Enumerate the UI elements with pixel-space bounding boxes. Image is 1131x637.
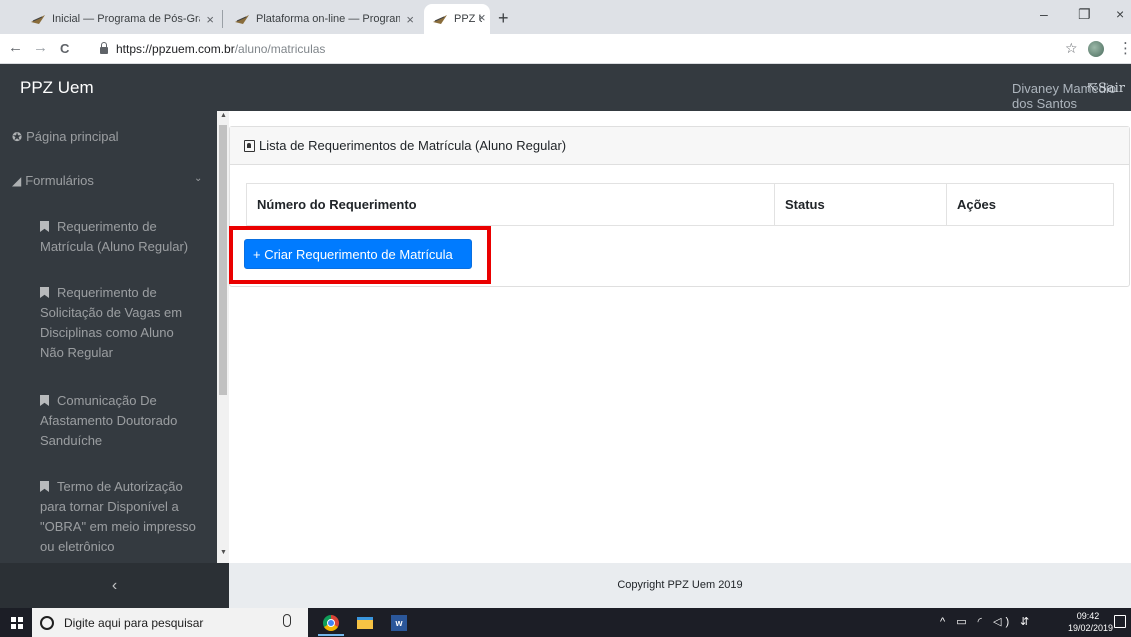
sidebar-subitem-matricula[interactable]: Requerimento de Matrícula (Aluno Regular… xyxy=(40,217,200,257)
url-field[interactable]: https://ppzuem.com.br/aluno/matriculas xyxy=(100,39,325,59)
bookmark-icon xyxy=(40,221,49,232)
bookmark-icon xyxy=(40,395,49,406)
tab-separator xyxy=(222,10,223,28)
maximize-icon[interactable]: ❐ xyxy=(1078,6,1091,23)
tab-close-icon[interactable]: × xyxy=(406,12,414,27)
clock-date: 19/02/2019 xyxy=(1068,623,1114,633)
requirements-table: Número do Requerimento Status Ações xyxy=(246,183,1114,226)
sidebar-item-label: Comunicação De Afastamento Doutorado San… xyxy=(40,393,178,448)
bookmark-icon xyxy=(40,287,49,298)
footer-copyright: Copyright PPZ Uem 2019 xyxy=(229,563,1131,608)
window-close-icon[interactable]: × xyxy=(1116,6,1124,22)
reload-icon[interactable]: C xyxy=(60,41,69,56)
taskbar-search-placeholder: Digite aqui para pesquisar xyxy=(64,615,204,630)
table-header-row: Número do Requerimento Status Ações xyxy=(246,183,1114,226)
tab-close-icon[interactable]: × xyxy=(206,12,214,27)
word-app-icon[interactable]: w xyxy=(391,615,407,631)
site-favicon-icon xyxy=(31,15,45,24)
taskbar-clock[interactable]: 09:42 19/02/2019 xyxy=(1068,610,1114,634)
address-bar: ← → C https://ppzuem.com.br/aluno/matric… xyxy=(0,34,1131,64)
chrome-app-icon[interactable] xyxy=(323,615,339,631)
sidebar-subitem-afastamento[interactable]: Comunicação De Afastamento Doutorado San… xyxy=(40,391,200,451)
tab-close-icon[interactable]: × xyxy=(478,10,486,25)
tab-title: Inicial — Programa de Pós-Gradu xyxy=(52,13,200,25)
sidebar-item-label: Termo de Autorização para tornar Disponí… xyxy=(40,479,196,554)
scroll-up-icon[interactable]: ▲ xyxy=(220,112,227,119)
new-tab-icon[interactable]: + xyxy=(498,8,509,29)
scroll-down-icon[interactable]: ▼ xyxy=(220,549,227,556)
sidebar-subitem-vagas[interactable]: Requerimento de Solicitação de Vagas em … xyxy=(40,283,200,363)
browser-tab-bar: Inicial — Programa de Pós-Gradu × Plataf… xyxy=(0,0,1131,34)
sidebar-item-forms[interactable]: ◢ Formulários xyxy=(0,171,217,191)
active-app-indicator xyxy=(318,634,344,636)
sidebar-scrollbar[interactable]: ▲ ▼ xyxy=(217,111,229,563)
back-icon[interactable]: ← xyxy=(8,39,23,56)
brand-title[interactable]: PPZ Uem xyxy=(20,78,94,98)
create-requirement-button[interactable]: + Criar Requerimento de Matrícula xyxy=(244,239,472,269)
dashboard-icon: ✪ xyxy=(12,130,23,144)
bookmark-icon xyxy=(40,481,49,492)
microphone-icon[interactable] xyxy=(283,614,291,627)
paper-plane-icon: ◢ xyxy=(12,174,22,188)
sidebar-item-label: Requerimento de Solicitação de Vagas em … xyxy=(40,285,183,360)
sidebar-item-label: Formulários xyxy=(25,173,94,188)
browser-menu-icon[interactable]: ⋮ xyxy=(1118,39,1131,57)
sidebar-subitem-termo[interactable]: Termo de Autorização para tornar Disponí… xyxy=(40,477,200,557)
minimize-icon[interactable]: – xyxy=(1040,6,1048,22)
file-explorer-icon[interactable] xyxy=(357,617,373,629)
sidebar-item-label: Requerimento de Matrícula (Aluno Regular… xyxy=(40,219,189,254)
windows-taskbar: Digite aqui para pesquisar w ^ ▭ ◜ ◁) ⇵ … xyxy=(0,608,1131,637)
browser-tab-1[interactable]: Inicial — Programa de Pós-Gradu × xyxy=(22,4,222,34)
notification-center-icon[interactable] xyxy=(1114,615,1126,628)
sidebar-item-label: Página principal xyxy=(26,129,119,144)
url-path: /aluno/matriculas xyxy=(234,42,326,56)
address-card-icon xyxy=(244,139,255,152)
logout-link[interactable]: ⇱Sair xyxy=(1087,81,1125,96)
taskbar-search-box[interactable]: Digite aqui para pesquisar xyxy=(32,608,308,637)
cortana-icon xyxy=(40,615,54,630)
system-tray-icons[interactable]: ^ ▭ ◜ ◁) ⇵ xyxy=(940,615,1033,628)
profile-avatar[interactable] xyxy=(1088,41,1104,57)
column-header-number: Número do Requerimento xyxy=(246,183,775,226)
clock-time: 09:42 xyxy=(1076,611,1100,621)
url-host: https://ppzuem.com.br xyxy=(116,42,235,56)
app-header: PPZ Uem Divaney Mamédio dos Santos ⇱Sair xyxy=(0,64,1131,111)
site-favicon-icon xyxy=(235,15,249,24)
forward-icon[interactable]: → xyxy=(33,39,48,56)
card-header: Lista de Requerimentos de Matrícula (Alu… xyxy=(230,127,1129,165)
column-header-actions: Ações xyxy=(946,183,1114,226)
windows-start-icon[interactable] xyxy=(11,617,23,629)
chevron-down-icon[interactable]: ⌄ xyxy=(194,173,202,184)
sidebar: ✪ Página principal ◢ Formulários ⌄ Requeri… xyxy=(0,111,217,563)
sidebar-item-home[interactable]: ✪ Página principal xyxy=(0,127,217,147)
column-header-status: Status xyxy=(774,183,947,226)
tab-title: Plataforma on-line — Programa xyxy=(256,13,401,25)
bookmark-star-icon[interactable]: ☆ xyxy=(1065,40,1078,57)
lock-icon xyxy=(100,41,108,54)
scrollbar-thumb[interactable] xyxy=(219,125,227,395)
site-favicon-icon xyxy=(433,15,447,24)
browser-tab-2[interactable]: Plataforma on-line — Programa × xyxy=(226,4,422,34)
card-title: Lista de Requerimentos de Matrícula (Alu… xyxy=(259,138,567,153)
sidebar-toggle-button[interactable]: ‹ xyxy=(0,563,229,608)
